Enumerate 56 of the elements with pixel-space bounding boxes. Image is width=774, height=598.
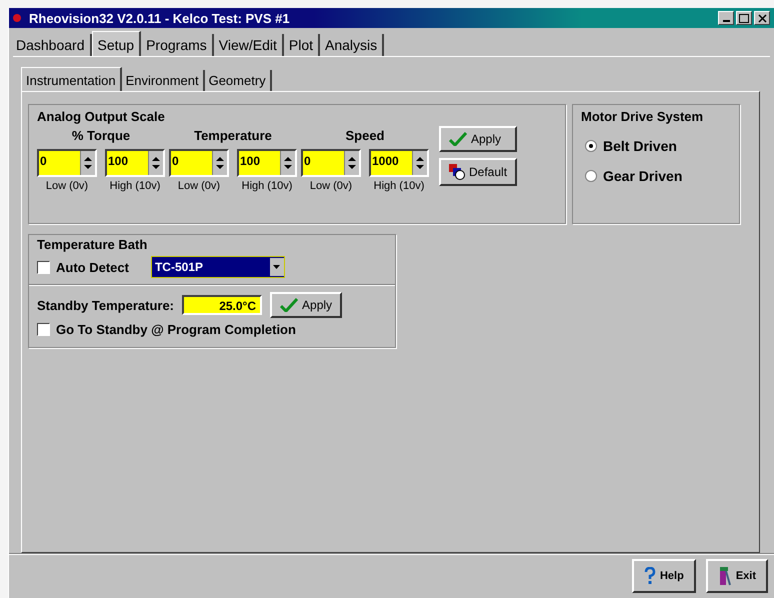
field-caption: High (10v) <box>374 180 424 192</box>
spin-field[interactable]: 0 <box>301 149 361 177</box>
minimize-button[interactable] <box>718 11 734 25</box>
checkbox[interactable] <box>37 323 50 336</box>
checkmark-icon <box>280 298 298 312</box>
tab[interactable]: Setup <box>92 31 142 56</box>
default-button[interactable]: Default <box>439 158 518 186</box>
radio-button[interactable] <box>585 140 597 152</box>
help-button[interactable]: Help <box>632 559 696 593</box>
field-caption: High (10v) <box>110 180 160 192</box>
column-label: Temperature <box>194 128 272 143</box>
door-figure-icon <box>718 566 732 586</box>
dropdown-arrow-icon <box>273 265 280 269</box>
apply-button[interactable]: Apply <box>439 126 518 152</box>
apply-button[interactable]: Apply <box>270 292 342 318</box>
radio-option[interactable]: Gear Driven <box>585 168 682 184</box>
tab[interactable]: Instrumentation <box>21 67 122 91</box>
spin-arrows-icon <box>216 156 224 170</box>
spin-field[interactable]: 1000 <box>369 149 429 177</box>
checkmark-icon <box>449 132 467 146</box>
checkbox-option[interactable]: Go To Standby @ Program Completion <box>37 322 296 337</box>
window-title: Rheovision32 V2.0.11 - Kelco Test: PVS #1 <box>29 10 291 26</box>
checkbox-option[interactable]: Auto Detect <box>37 260 129 274</box>
field-caption: Low (0v) <box>178 180 220 192</box>
minimize-icon <box>722 20 730 22</box>
group-title: Analog Output Scale <box>37 109 166 124</box>
field-caption: High (10v) <box>242 180 292 192</box>
field-caption: Low (0v) <box>310 180 352 192</box>
question-mark-icon <box>644 567 656 585</box>
checkbox[interactable] <box>37 260 50 274</box>
palette-icon <box>449 164 465 180</box>
column-label: Speed <box>345 128 384 143</box>
group-title: Temperature Bath <box>37 237 148 252</box>
spin-field[interactable]: 0 <box>169 149 229 177</box>
exit-button[interactable]: Exit <box>706 559 768 593</box>
spin-arrows-icon <box>152 156 160 170</box>
spin-arrows-icon <box>284 156 292 170</box>
group-title: Motor Drive System <box>581 109 704 124</box>
maximize-button[interactable] <box>736 11 752 25</box>
close-button[interactable] <box>754 11 770 25</box>
spin-field[interactable]: 100 <box>237 149 297 177</box>
spin-arrows-icon <box>84 156 92 170</box>
maximize-icon <box>739 14 749 22</box>
temperature-field[interactable]: 25.0°C <box>182 295 262 315</box>
field-label: Standby Temperature: <box>37 298 174 312</box>
dropdown[interactable]: TC-501P <box>150 256 285 278</box>
spin-field[interactable]: 100 <box>105 149 165 177</box>
spin-arrows-icon <box>348 156 356 170</box>
spin-arrows-icon <box>416 156 424 170</box>
radio-option[interactable]: Belt Driven <box>585 138 677 154</box>
field-caption: Low (0v) <box>46 180 88 192</box>
app-icon <box>13 14 21 22</box>
column-label: % Torque <box>72 128 130 143</box>
radio-button[interactable] <box>585 170 597 182</box>
close-icon <box>758 14 766 22</box>
spin-field[interactable]: 0 <box>37 149 97 177</box>
